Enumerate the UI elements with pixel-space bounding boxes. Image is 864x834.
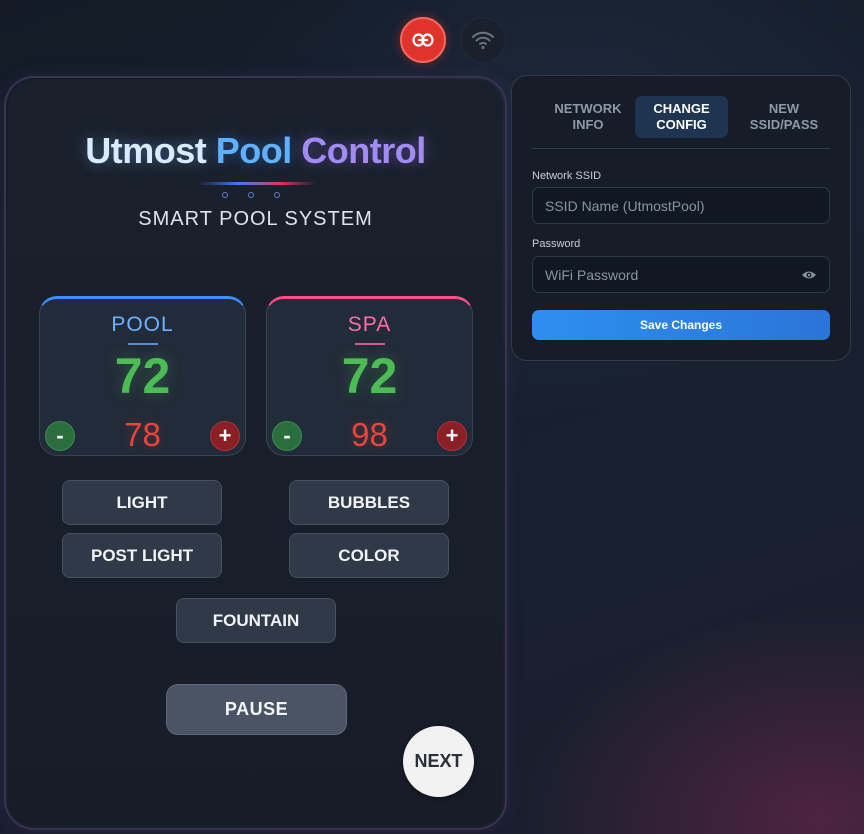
- next-button[interactable]: NEXT: [403, 726, 474, 797]
- network-tabs: NETWORK INFO CHANGE CONFIG NEW SSID/PASS: [532, 96, 830, 149]
- title-dots: [222, 192, 280, 198]
- dot: [274, 192, 280, 198]
- spa-current-temp: 72: [341, 348, 398, 404]
- spa-card: SPA 72 - 98 +: [266, 296, 473, 456]
- ssid-input[interactable]: [532, 187, 830, 224]
- pool-card: POOL 72 - 78 +: [39, 296, 246, 456]
- tab-new-ssid-pass[interactable]: NEW SSID/PASS: [738, 96, 830, 138]
- tab-network-info[interactable]: NETWORK INFO: [542, 96, 634, 138]
- pool-increase-button[interactable]: +: [210, 421, 240, 451]
- eye-icon[interactable]: [800, 266, 818, 284]
- title-divider: [198, 182, 316, 185]
- pause-button[interactable]: PAUSE: [166, 684, 347, 735]
- connection-button[interactable]: [400, 17, 446, 63]
- bubbles-button[interactable]: BUBBLES: [289, 480, 449, 525]
- color-button[interactable]: COLOR: [289, 533, 449, 578]
- pool-current-temp: 72: [114, 348, 171, 404]
- tab-change-config[interactable]: CHANGE CONFIG: [635, 96, 728, 138]
- pool-label: POOL: [111, 313, 174, 336]
- spa-increase-button[interactable]: +: [437, 421, 467, 451]
- spa-label: SPA: [347, 313, 392, 336]
- fountain-button[interactable]: FOUNTAIN: [176, 598, 336, 643]
- network-config-panel: NETWORK INFO CHANGE CONFIG NEW SSID/PASS…: [511, 75, 851, 361]
- link-icon: [412, 33, 434, 47]
- dot: [248, 192, 254, 198]
- wifi-icon: [472, 31, 494, 50]
- spa-label-underline: [355, 343, 385, 345]
- app-subtitle: SMART POOL SYSTEM: [138, 208, 373, 230]
- dot: [222, 192, 228, 198]
- save-changes-button[interactable]: Save Changes: [532, 310, 830, 340]
- wifi-button[interactable]: [460, 17, 506, 63]
- pool-control-panel: Utmost Pool Control SMART POOL SYSTEM PO…: [6, 78, 505, 828]
- post-light-button[interactable]: POST LIGHT: [62, 533, 222, 578]
- password-input[interactable]: [532, 256, 830, 293]
- pool-label-underline: [128, 343, 158, 345]
- light-button[interactable]: LIGHT: [62, 480, 222, 525]
- password-label: Password: [532, 238, 581, 250]
- app-title: Utmost Pool Control: [85, 130, 426, 171]
- ssid-label: Network SSID: [532, 170, 602, 182]
